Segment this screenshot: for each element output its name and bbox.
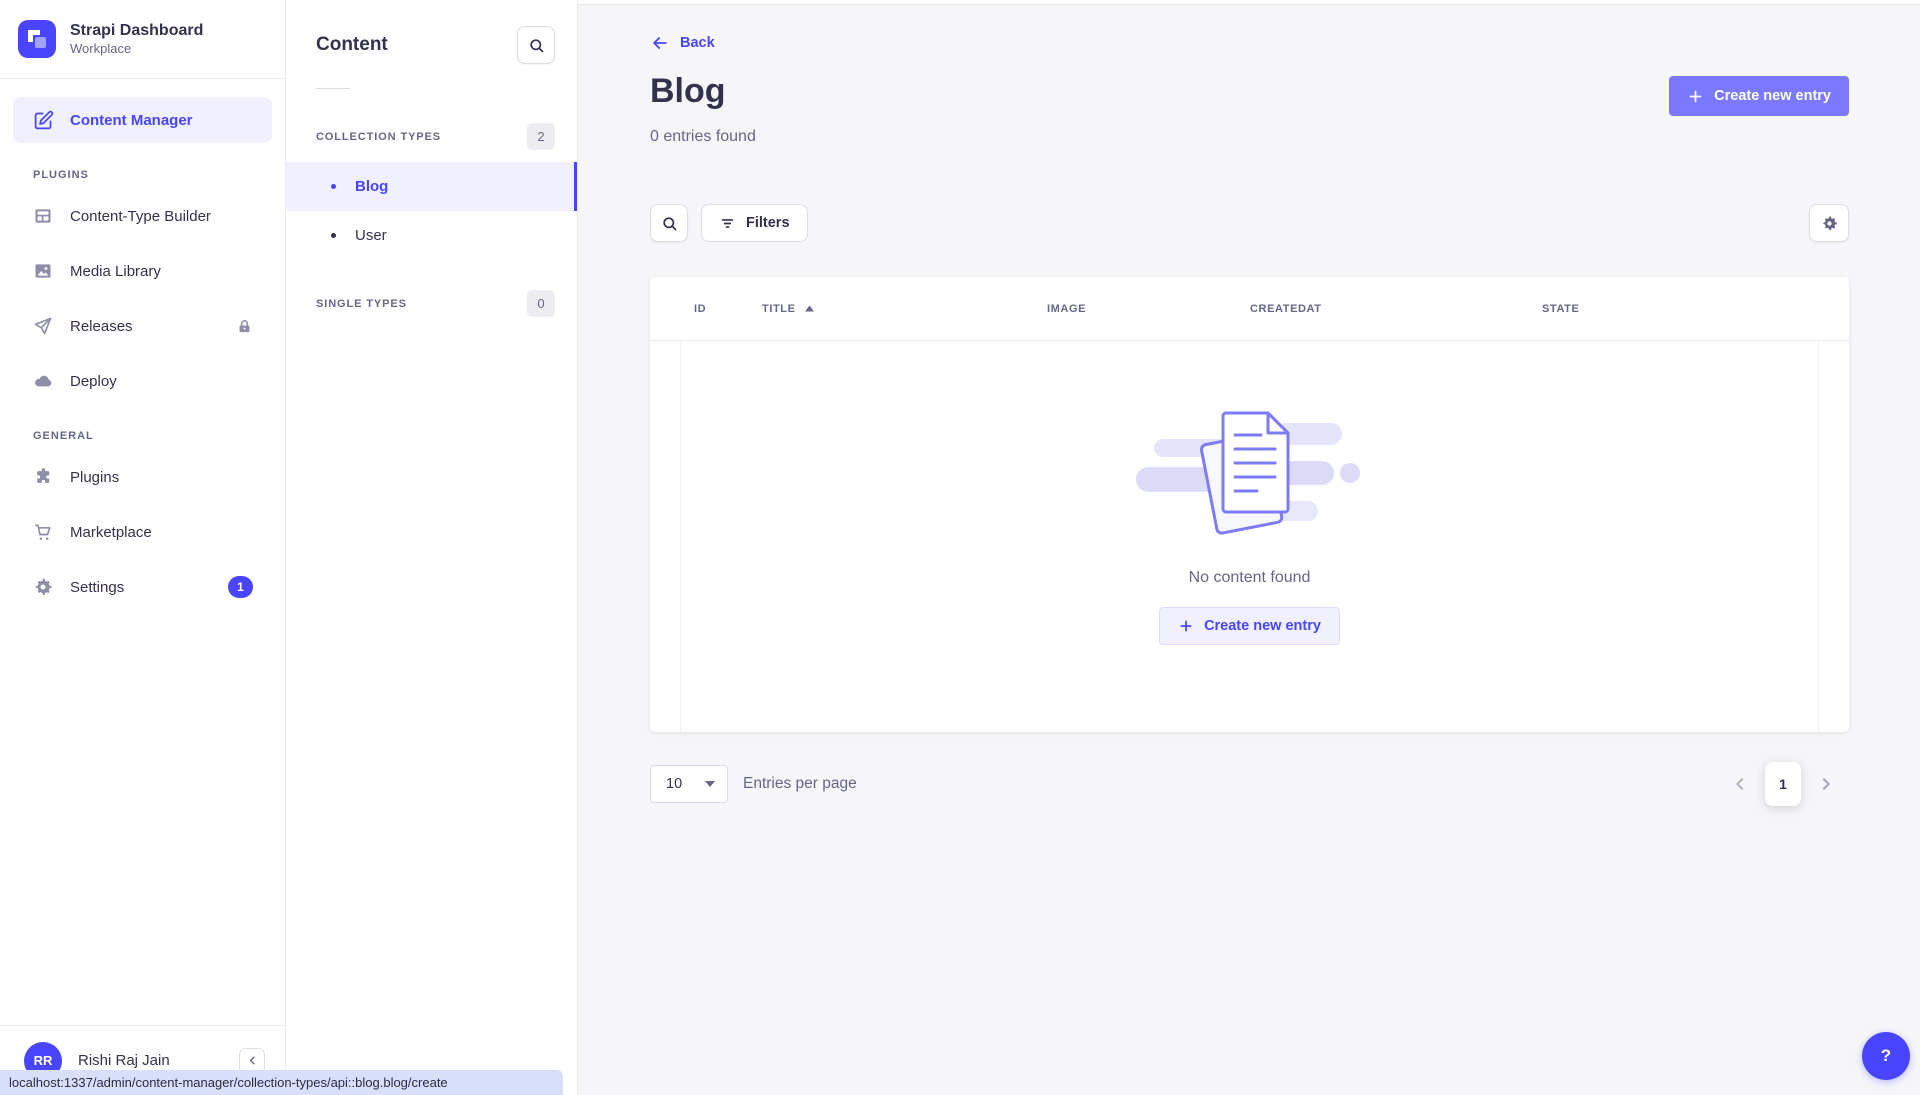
collection-types-label: COLLECTION TYPES [316, 131, 441, 143]
help-button[interactable]: ? [1862, 1032, 1910, 1080]
sidebar-item-marketplace[interactable]: Marketplace [13, 509, 272, 555]
table-settings-button[interactable] [1809, 204, 1849, 242]
page-number-button[interactable]: 1 [1765, 762, 1801, 806]
entries-table-card: ID TITLE IMAGE CREATEDAT STATE [650, 277, 1849, 732]
page-size-select[interactable]: 10 [650, 765, 728, 803]
cloud-icon [32, 370, 54, 392]
back-label: Back [680, 35, 715, 51]
sidebar-item-deploy[interactable]: Deploy [13, 358, 272, 404]
sidebar-item-label: Content-Type Builder [70, 208, 253, 225]
table-empty-state: No content found Create new entry [680, 341, 1819, 732]
strapi-logo-icon [18, 20, 56, 58]
sidebar-section-general: GENERAL [33, 430, 252, 442]
app-title: Strapi Dashboard [70, 21, 203, 41]
sidebar-item-media-library[interactable]: Media Library [13, 248, 272, 294]
divider [316, 88, 350, 89]
gear-icon [32, 576, 54, 598]
collection-types-count: 2 [527, 123, 555, 150]
filter-icon [719, 215, 736, 232]
page-size-label: Entries per page [743, 775, 857, 793]
layout-grid-icon [32, 205, 54, 227]
empty-documents-illustration [1132, 405, 1368, 547]
column-header-id[interactable]: ID [694, 303, 762, 315]
page-title: Blog [650, 74, 726, 110]
back-link[interactable]: Back [650, 33, 715, 53]
lock-icon [236, 318, 253, 335]
previous-page-button[interactable] [1727, 771, 1753, 797]
sidebar-item-label: Releases [70, 318, 220, 335]
arrow-left-icon [650, 33, 670, 53]
sidebar-item-settings[interactable]: Settings 1 [13, 564, 272, 610]
sort-asc-icon [805, 305, 814, 312]
table-header-row: ID TITLE IMAGE CREATEDAT STATE [650, 277, 1849, 341]
status-url-tooltip: localhost:1337/admin/content-manager/col… [0, 1070, 563, 1095]
paper-plane-icon [32, 315, 54, 337]
sidebar-item-label: Marketplace [70, 524, 253, 541]
subnav-item-blog[interactable]: Blog [286, 162, 577, 211]
single-types-count: 0 [527, 290, 555, 317]
filters-button[interactable]: Filters [701, 204, 808, 242]
column-header-image[interactable]: IMAGE [1047, 303, 1250, 315]
column-header-createdat[interactable]: CREATEDAT [1250, 303, 1542, 315]
sidebar-item-label: Deploy [70, 373, 253, 390]
subnav-item-label: Blog [355, 178, 388, 195]
search-icon [528, 37, 545, 54]
plus-icon [1687, 88, 1704, 105]
sidebar-item-plugins[interactable]: Plugins [13, 454, 272, 500]
caret-down-icon [705, 781, 715, 787]
subnav-item-user[interactable]: User [286, 211, 577, 260]
table-search-button[interactable] [650, 204, 688, 242]
subnav-title: Content [316, 34, 388, 56]
subnav-item-label: User [355, 227, 387, 244]
sidebar-item-content-manager[interactable]: Content Manager [13, 97, 272, 143]
entries-count-subtitle: 0 entries found [650, 128, 1849, 146]
table-footer: 10 Entries per page 1 [650, 762, 1849, 806]
empty-state-text: No content found [1189, 569, 1311, 587]
gear-icon [1821, 215, 1838, 232]
brand[interactable]: Strapi Dashboard Workplace [0, 0, 285, 79]
sidebar-item-releases[interactable]: Releases [13, 303, 272, 349]
strapi-admin-app: Strapi Dashboard Workplace Content Manag… [0, 0, 1920, 1095]
chevron-right-icon [1818, 776, 1834, 792]
puzzle-icon [32, 466, 54, 488]
sidebar-item-content-type-builder[interactable]: Content-Type Builder [13, 193, 272, 239]
search-icon [661, 215, 678, 232]
settings-notification-badge: 1 [228, 576, 253, 598]
subnav-search-button[interactable] [517, 26, 555, 64]
bullet-icon [331, 233, 336, 238]
sidebar-section-plugins: PLUGINS [33, 169, 252, 181]
main-content: Back Blog Create new entry 0 entries fou… [578, 0, 1920, 1095]
image-icon [32, 260, 54, 282]
chevron-left-icon [247, 1055, 258, 1066]
user-name: Rishi Raj Jain [78, 1052, 170, 1069]
empty-create-entry-button[interactable]: Create new entry [1159, 607, 1340, 645]
content-subnav: Content COLLECTION TYPES 2 Blog User SIN… [286, 0, 578, 1095]
sidebar-item-label: Settings [70, 579, 212, 596]
sidebar-nav: Content Manager PLUGINS Content-Type Bui… [0, 79, 285, 1025]
column-header-state[interactable]: STATE [1542, 303, 1849, 315]
bullet-icon [331, 184, 336, 189]
next-page-button[interactable] [1813, 771, 1839, 797]
pagination: 1 [1727, 762, 1839, 806]
chevron-left-icon [1732, 776, 1748, 792]
column-header-title[interactable]: TITLE [762, 303, 1047, 315]
top-divider [578, 0, 1920, 5]
sidebar-item-label: Content Manager [70, 112, 253, 129]
single-types-label: SINGLE TYPES [316, 298, 407, 310]
plus-icon [1178, 618, 1194, 634]
create-new-entry-button[interactable]: Create new entry [1669, 76, 1849, 116]
shopping-cart-icon [32, 521, 54, 543]
main-sidebar: Strapi Dashboard Workplace Content Manag… [0, 0, 286, 1095]
workspace-name: Workplace [70, 41, 203, 57]
edit-icon [32, 109, 54, 131]
sidebar-item-label: Plugins [70, 469, 253, 486]
sidebar-item-label: Media Library [70, 263, 253, 280]
